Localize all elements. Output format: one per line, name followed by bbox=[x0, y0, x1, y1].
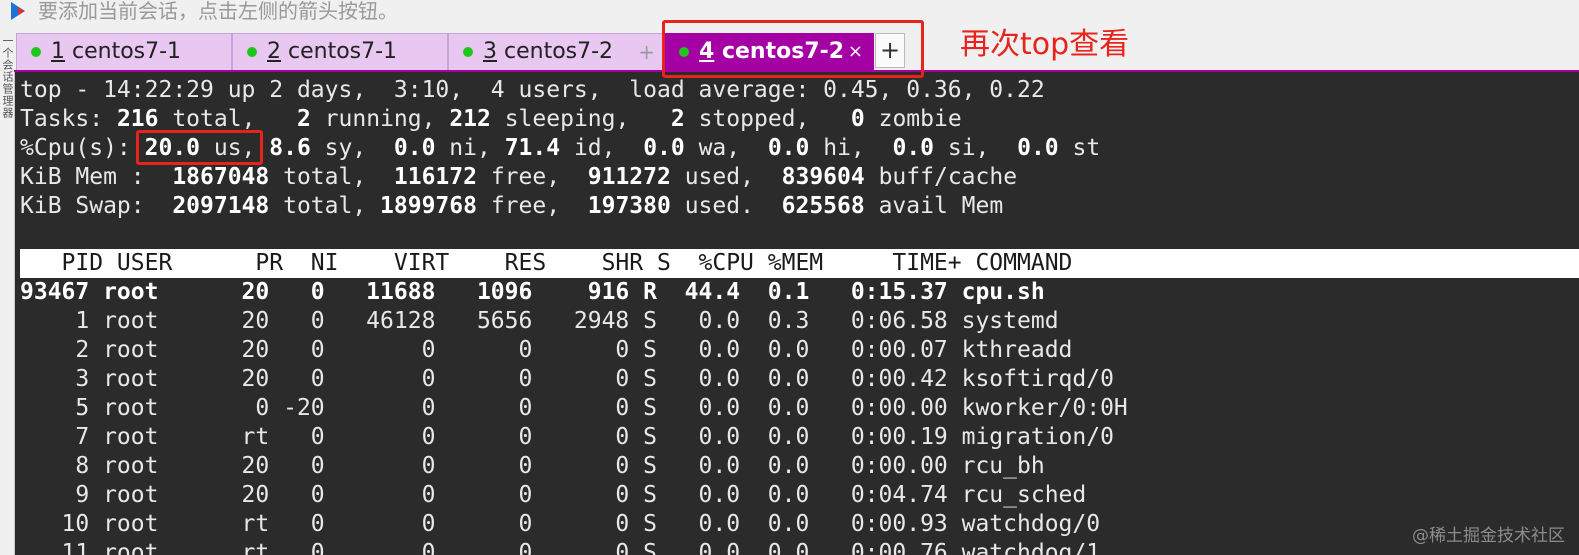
mem-line: KiB Mem : 1867048 total, 116172 free, 91… bbox=[20, 164, 1018, 190]
hint-text: 要添加当前会话，点击左侧的箭头按钮。 bbox=[38, 0, 398, 23]
session-manager-label: 一个会话管理器 bbox=[1, 35, 14, 119]
tab-number: 1 bbox=[51, 39, 65, 64]
tab-1[interactable]: 1 centos7-1 bbox=[16, 33, 232, 70]
tab-add-icon[interactable]: + bbox=[638, 34, 655, 70]
process-row: 1 root 20 0 46128 5656 2948 S 0.0 0.3 0:… bbox=[20, 308, 1059, 334]
tab-title: centos7-2 bbox=[497, 39, 614, 64]
annotation-box-tab bbox=[662, 20, 924, 78]
top-summary-line: top - 14:22:29 up 2 days, 3:10, 4 users,… bbox=[20, 77, 1045, 103]
tab-3[interactable]: 3 centos7-2 + bbox=[448, 33, 664, 70]
tab-number: 2 bbox=[267, 39, 281, 64]
watermark: @稀土掘金技术社区 bbox=[1412, 526, 1565, 546]
annotation-text: 再次top查看 bbox=[960, 27, 1130, 62]
tab-number: 3 bbox=[483, 39, 497, 64]
process-row: 10 root rt 0 0 0 0 S 0.0 0.0 0:00.93 wat… bbox=[20, 511, 1101, 537]
process-row: 93467 root 20 0 11688 1096 916 R 44.4 0.… bbox=[20, 279, 1045, 305]
process-row: 5 root 0 -20 0 0 0 S 0.0 0.0 0:00.00 kwo… bbox=[20, 395, 1128, 421]
process-row: 9 root 20 0 0 0 0 S 0.0 0.0 0:04.74 rcu_… bbox=[20, 482, 1087, 508]
tab-2[interactable]: 2 centos7-1 bbox=[232, 33, 448, 70]
connected-dot-icon bbox=[247, 47, 257, 57]
process-row: 8 root 20 0 0 0 0 S 0.0 0.0 0:00.00 rcu_… bbox=[20, 453, 1045, 479]
annotation-box-cpu-us bbox=[136, 130, 263, 165]
session-manager-strip[interactable]: 一个会话管理器 bbox=[0, 31, 15, 555]
arrow-icon bbox=[11, 2, 25, 20]
tab-title: centos7-1 bbox=[281, 39, 398, 64]
connected-dot-icon bbox=[463, 47, 473, 57]
process-table-header[interactable]: PID USER PR NI VIRT RES SHR S %CPU %MEM … bbox=[20, 249, 1579, 278]
process-row: 11 root rt 0 0 0 0 S 0.0 0.0 0:00.76 wat… bbox=[20, 540, 1101, 555]
connected-dot-icon bbox=[31, 47, 41, 57]
process-row: 7 root rt 0 0 0 0 S 0.0 0.0 0:00.19 migr… bbox=[20, 424, 1114, 450]
swap-line: KiB Swap: 2097148 total, 1899768 free, 1… bbox=[20, 193, 1004, 219]
tab-title: centos7-1 bbox=[65, 39, 182, 64]
process-row: 3 root 20 0 0 0 0 S 0.0 0.0 0:00.42 ksof… bbox=[20, 366, 1114, 392]
process-row: 2 root 20 0 0 0 0 S 0.0 0.0 0:00.07 kthr… bbox=[20, 337, 1073, 363]
